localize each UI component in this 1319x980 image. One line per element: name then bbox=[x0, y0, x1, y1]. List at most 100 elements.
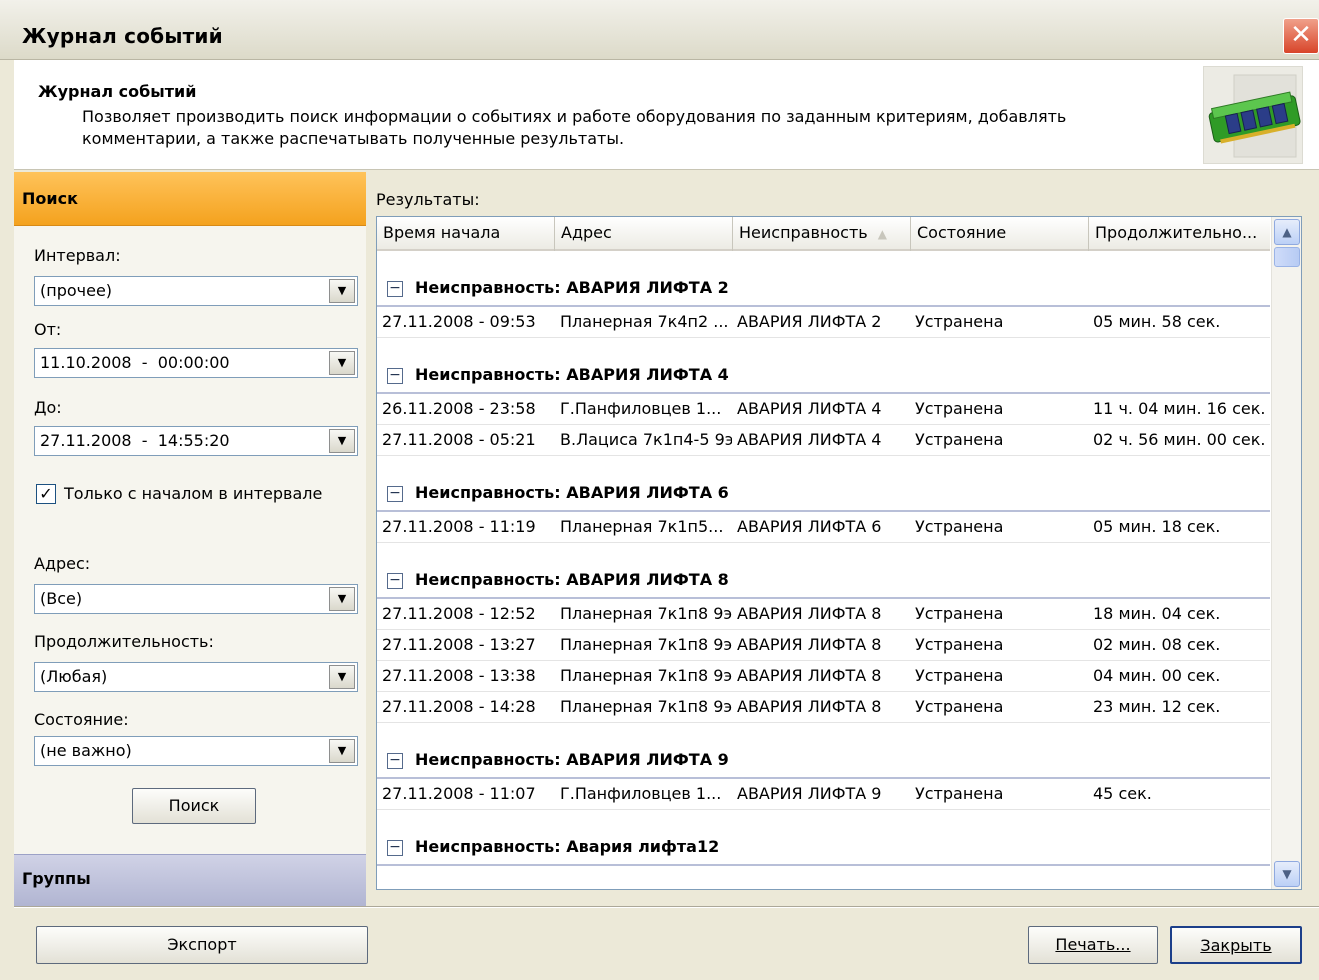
chevron-down-icon[interactable]: ▼ bbox=[329, 587, 355, 611]
cell-fault: АВАРИЯ ЛИФТА 4 bbox=[737, 399, 882, 418]
header-panel: Журнал событий Позволяет производить пои… bbox=[14, 60, 1319, 170]
duration-value: (Любая) bbox=[40, 667, 108, 686]
address-select[interactable]: (Все) ▼ bbox=[34, 584, 358, 614]
groups-section-header[interactable]: Группы bbox=[14, 854, 366, 906]
column-address[interactable]: Адрес bbox=[555, 217, 733, 251]
group-row[interactable]: − Неисправность: Авария лифта12 bbox=[377, 810, 1270, 866]
table-row[interactable]: 26.11.2008 - 23:58 Г.Панфиловцев 1... АВАР… bbox=[377, 394, 1270, 425]
chevron-down-icon[interactable]: ▼ bbox=[329, 739, 355, 763]
scroll-down-icon[interactable]: ▼ bbox=[1274, 861, 1300, 887]
duration-select[interactable]: (Любая) ▼ bbox=[34, 662, 358, 692]
to-datetime-picker[interactable]: 27.11.2008 - 14:55:20 ▼ bbox=[34, 426, 358, 456]
cell-address: Планерная 7к4п2 ... bbox=[560, 312, 729, 331]
cell-address: Планерная 7к1п8 9э bbox=[560, 604, 732, 623]
column-duration[interactable]: Продолжительно... bbox=[1089, 217, 1270, 251]
groups-section-title: Группы bbox=[22, 869, 91, 888]
group-title: Неисправность: АВАРИЯ ЛИФТА 6 bbox=[415, 483, 729, 502]
table-row[interactable]: 27.11.2008 - 11:19 Планерная 7к1п5... АВАР… bbox=[377, 512, 1270, 543]
cell-address: Планерная 7к1п5... bbox=[560, 517, 724, 536]
group-row[interactable]: − Неисправность: АВАРИЯ ЛИФТА 9 bbox=[377, 723, 1270, 779]
collapse-icon[interactable]: − bbox=[387, 753, 403, 769]
column-state[interactable]: Состояние bbox=[911, 217, 1089, 251]
header-title: Журнал событий bbox=[38, 82, 197, 101]
group-title: Неисправность: АВАРИЯ ЛИФТА 8 bbox=[415, 570, 729, 589]
collapse-icon[interactable]: − bbox=[387, 573, 403, 589]
cell-start-time: 27.11.2008 - 13:38 bbox=[382, 666, 536, 685]
collapse-icon[interactable]: − bbox=[387, 281, 403, 297]
cell-duration: 45 сек. bbox=[1093, 784, 1152, 803]
search-section-title: Поиск bbox=[22, 189, 78, 208]
footer-divider bbox=[14, 906, 1319, 908]
close-button[interactable]: Закрыть bbox=[1170, 926, 1302, 964]
vertical-scrollbar[interactable]: ▲ ▼ bbox=[1271, 217, 1301, 889]
cell-start-time: 27.11.2008 - 14:28 bbox=[382, 697, 536, 716]
table-row[interactable]: 27.11.2008 - 13:27 Планерная 7к1п8 9э АВАР… bbox=[377, 630, 1270, 661]
search-panel: Поиск Интервал: (прочее) ▼ От: 11.10.200… bbox=[14, 172, 366, 906]
table-row[interactable]: 27.11.2008 - 05:21 В.Лациса 7к1п4-5 9э АВА… bbox=[377, 425, 1270, 456]
cell-fault: АВАРИЯ ЛИФТА 8 bbox=[737, 604, 882, 623]
cell-start-time: 27.11.2008 - 05:21 bbox=[382, 430, 536, 449]
grid-rows: − Неисправность: АВАРИЯ ЛИФТА 2 27.11.2008… bbox=[377, 251, 1270, 866]
chevron-down-icon[interactable]: ▼ bbox=[329, 429, 355, 453]
cell-fault: АВАРИЯ ЛИФТА 2 bbox=[737, 312, 882, 331]
cell-duration: 04 мин. 00 сек. bbox=[1093, 666, 1221, 685]
cell-duration: 23 мин. 12 сек. bbox=[1093, 697, 1221, 716]
group-title: Неисправность: АВАРИЯ ЛИФТА 4 bbox=[415, 365, 729, 384]
table-row[interactable]: 27.11.2008 - 14:28 Планерная 7к1п8 9э АВАР… bbox=[377, 692, 1270, 723]
group-row[interactable]: − Неисправность: АВАРИЯ ЛИФТА 6 bbox=[377, 456, 1270, 512]
cell-fault: АВАРИЯ ЛИФТА 8 bbox=[737, 666, 882, 685]
search-button[interactable]: Поиск bbox=[132, 788, 256, 824]
table-row[interactable]: 27.11.2008 - 12:52 Планерная 7к1п8 9э АВАР… bbox=[377, 599, 1270, 630]
interval-value: (прочее) bbox=[40, 281, 113, 300]
chevron-down-icon[interactable]: ▼ bbox=[329, 279, 355, 303]
interval-select[interactable]: (прочее) ▼ bbox=[34, 276, 358, 306]
cell-start-time: 27.11.2008 - 13:27 bbox=[382, 635, 536, 654]
column-fault[interactable]: Неисправность ▲ bbox=[733, 217, 911, 251]
table-row[interactable]: 27.11.2008 - 09:53 Планерная 7к4п2 ... АВА… bbox=[377, 307, 1270, 338]
address-label: Адрес: bbox=[34, 554, 91, 573]
title-bar: Журнал событий ✕ bbox=[0, 0, 1319, 60]
cell-start-time: 27.11.2008 - 09:53 bbox=[382, 312, 536, 331]
cell-state: Устранена bbox=[915, 784, 1004, 803]
scroll-thumb[interactable] bbox=[1274, 247, 1300, 267]
group-row[interactable]: − Неисправность: АВАРИЯ ЛИФТА 8 bbox=[377, 543, 1270, 599]
cell-duration: 05 мин. 18 сек. bbox=[1093, 517, 1221, 536]
memory-module-icon bbox=[1203, 66, 1303, 164]
chevron-down-icon[interactable]: ▼ bbox=[329, 665, 355, 689]
cell-address: В.Лациса 7к1п4-5 9э bbox=[560, 430, 732, 449]
only-start-checkbox[interactable]: ✓ bbox=[36, 484, 56, 504]
cell-state: Устранена bbox=[915, 312, 1004, 331]
collapse-icon[interactable]: − bbox=[387, 368, 403, 384]
export-button[interactable]: Экспорт bbox=[36, 926, 368, 964]
cell-address: Планерная 7к1п8 9э bbox=[560, 697, 732, 716]
scroll-up-icon[interactable]: ▲ bbox=[1274, 219, 1300, 245]
state-value: (не важно) bbox=[40, 741, 132, 760]
group-row[interactable]: − Неисправность: АВАРИЯ ЛИФТА 4 bbox=[377, 338, 1270, 394]
group-row[interactable]: − Неисправность: АВАРИЯ ЛИФТА 2 bbox=[377, 251, 1270, 307]
column-start-time[interactable]: Время начала bbox=[377, 217, 555, 251]
cell-address: Планерная 7к1п8 9э bbox=[560, 666, 732, 685]
search-section-header[interactable]: Поиск bbox=[14, 172, 366, 226]
results-grid[interactable]: Время начала Адрес Неисправность ▲ Состоя… bbox=[376, 216, 1302, 890]
cell-duration: 11 ч. 04 мин. 16 сек. bbox=[1093, 399, 1266, 418]
cell-state: Устранена bbox=[915, 604, 1004, 623]
cell-address: Г.Панфиловцев 1... bbox=[560, 784, 722, 803]
state-select[interactable]: (не важно) ▼ bbox=[34, 736, 358, 766]
from-label: От: bbox=[34, 320, 62, 339]
collapse-icon[interactable]: − bbox=[387, 486, 403, 502]
interval-label: Интервал: bbox=[34, 246, 121, 265]
print-button[interactable]: Печать... bbox=[1028, 926, 1158, 964]
cell-state: Устранена bbox=[915, 666, 1004, 685]
chevron-down-icon[interactable]: ▼ bbox=[329, 351, 355, 375]
cell-duration: 02 ч. 56 мин. 00 сек. bbox=[1093, 430, 1266, 449]
table-row[interactable]: 27.11.2008 - 11:07 Г.Панфиловцев 1... АВАР… bbox=[377, 779, 1270, 810]
cell-address: Планерная 7к1п8 9э bbox=[560, 635, 732, 654]
table-row[interactable]: 27.11.2008 - 13:38 Планерная 7к1п8 9э АВАР… bbox=[377, 661, 1270, 692]
cell-state: Устранена bbox=[915, 430, 1004, 449]
from-datetime-picker[interactable]: 11.10.2008 - 00:00:00 ▼ bbox=[34, 348, 358, 378]
window-close-button[interactable]: ✕ bbox=[1283, 18, 1319, 54]
collapse-icon[interactable]: − bbox=[387, 840, 403, 856]
header-description: Позволяет производить поиск информации о… bbox=[82, 107, 1067, 148]
cell-fault: АВАРИЯ ЛИФТА 6 bbox=[737, 517, 882, 536]
only-start-label[interactable]: Только с началом в интервале bbox=[64, 484, 322, 503]
